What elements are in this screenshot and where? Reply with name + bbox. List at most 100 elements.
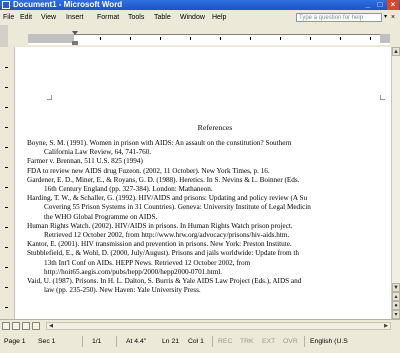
scroll-down-icon[interactable]: ▼ xyxy=(392,283,400,292)
reference-line: Stubblefield, E., & Wohl, D. (2000, July… xyxy=(27,249,299,258)
ruler-tick xyxy=(5,227,8,228)
ruler-left-margin xyxy=(28,34,74,43)
scroll-right-icon[interactable]: ▶ xyxy=(382,323,390,329)
reference-entry: Human Rights Watch. (2002). HIV/AIDS in … xyxy=(27,222,391,240)
references-heading: References xyxy=(197,123,233,132)
document-page[interactable]: References Boyne, S. M. (1991). Women in… xyxy=(15,47,391,319)
margin-corner-mark xyxy=(47,95,52,100)
help-question-box[interactable]: Type a question for help xyxy=(296,13,382,22)
status-column: Col 1 xyxy=(188,338,204,345)
status-language[interactable]: English (U.S xyxy=(310,337,348,347)
ruler-tick xyxy=(5,147,8,148)
reference-line: 13th Int'l Conf on AIDs. HEPP News. Retr… xyxy=(44,258,251,267)
menu-window[interactable]: Window xyxy=(180,10,205,25)
first-line-indent-marker[interactable] xyxy=(72,31,78,35)
horizontal-ruler[interactable] xyxy=(0,25,400,47)
horizontal-scrollbar[interactable]: ◀ ▶ xyxy=(46,322,391,330)
window-title: Document1 - Microsoft Word xyxy=(13,0,123,9)
ruler-tick xyxy=(5,67,8,68)
status-trk[interactable]: TRK xyxy=(240,337,254,347)
scroll-up-icon[interactable]: ▲ xyxy=(392,47,400,56)
ruler-tick xyxy=(280,37,281,40)
reference-line: California Law Review, 64, 741-760. xyxy=(44,148,152,157)
ruler-right-margin xyxy=(380,34,390,43)
reference-line: Retrieved 12 October 2002, from http://w… xyxy=(44,231,290,240)
reference-entry: Vaid, U. (1987). Prisons. In H. L. Dalto… xyxy=(27,277,391,295)
print-layout-view-icon[interactable] xyxy=(22,322,30,330)
status-separator xyxy=(304,336,305,347)
ruler-tick xyxy=(160,37,161,40)
reference-line: 16th Century England (pp. 327-384). Lond… xyxy=(44,185,213,194)
menu-tools[interactable]: Tools xyxy=(128,10,144,25)
status-ext[interactable]: EXT xyxy=(262,337,275,347)
word-window: Document1 - Microsoft Word _ □ × File Ed… xyxy=(0,0,400,353)
ruler-tick xyxy=(5,87,8,88)
status-section: Sec 1 xyxy=(38,338,56,345)
menu-file[interactable]: File xyxy=(3,10,14,25)
menu-format[interactable]: Format xyxy=(97,10,119,25)
ruler-tick xyxy=(190,37,191,40)
menu-edit[interactable]: Edit xyxy=(20,10,32,25)
reference-entry: Gardener, E. D., Miner, E., & Royans, G.… xyxy=(27,176,391,194)
word-app-icon[interactable] xyxy=(2,1,10,9)
close-document-icon[interactable]: × xyxy=(391,10,395,25)
reference-entry: Harding, T. W., & Schaller, G. (1992). H… xyxy=(27,194,391,222)
status-line: Ln 21 xyxy=(162,338,180,345)
tab-selector[interactable] xyxy=(0,25,8,47)
web-layout-view-icon[interactable] xyxy=(12,322,20,330)
previous-page-icon[interactable]: ▴ xyxy=(392,292,400,301)
outline-view-icon[interactable] xyxy=(32,322,40,330)
reference-entry: Boyne, S. M. (1991). Women in prison wit… xyxy=(27,139,391,157)
reference-line: the WHO Global Programme on AIDS. xyxy=(44,212,158,221)
dropdown-arrow-icon[interactable]: ▾ xyxy=(384,13,387,22)
ruler-tick xyxy=(130,37,131,40)
vertical-scrollbar[interactable]: ▲ ▼ ▴ ● ▾ xyxy=(391,47,400,319)
reference-line: Farmer v. Brennan, 511 U.S. 825 (1994) xyxy=(27,157,143,166)
ruler-tick xyxy=(220,37,221,40)
reference-entry: Farmer v. Brennan, 511 U.S. 825 (1994) xyxy=(27,157,391,166)
minimize-icon[interactable]: _ xyxy=(362,0,374,10)
maximize-icon[interactable]: □ xyxy=(374,0,386,10)
status-separator xyxy=(116,336,117,347)
ruler-tick xyxy=(370,37,371,40)
select-browse-object-icon[interactable]: ● xyxy=(392,301,400,310)
close-icon[interactable]: × xyxy=(387,0,399,10)
hanging-indent-marker[interactable] xyxy=(72,41,78,45)
status-page: Page 1 xyxy=(4,338,26,345)
margin-corner-mark xyxy=(380,95,385,100)
reference-line: Vaid, U. (1987). Prisons. In H. L. Dalto… xyxy=(27,277,302,286)
reference-entry: Stubblefield, E., & Wohl, D. (2000, July… xyxy=(27,249,391,277)
menu-view[interactable]: View xyxy=(41,10,56,25)
ruler-tick xyxy=(5,167,8,168)
status-at: At 4.4" xyxy=(126,338,147,345)
ruler-tick xyxy=(5,107,8,108)
ruler-tick xyxy=(5,127,8,128)
status-ovr[interactable]: OVR xyxy=(283,337,298,347)
title-bar: Document1 - Microsoft Word _ □ × xyxy=(0,0,400,10)
ruler-tick xyxy=(310,37,311,40)
normal-view-icon[interactable] xyxy=(2,322,10,330)
ruler-tick xyxy=(5,247,8,248)
reference-line: Kantor, E. (2001). HIV transmission and … xyxy=(27,240,292,249)
ruler-tick xyxy=(5,207,8,208)
reference-entry: Kantor, E. (2001). HIV transmission and … xyxy=(27,240,391,249)
reference-line: law (pp. 235-250). New Haven: Yale Unive… xyxy=(44,286,201,295)
vertical-ruler xyxy=(0,47,15,319)
ruler-tick xyxy=(5,287,8,288)
reference-list: Boyne, S. M. (1991). Women in prison wit… xyxy=(27,139,391,295)
status-rec[interactable]: REC xyxy=(218,337,232,347)
reference-entry: FDA to review new AIDS drug Fuzeon. (200… xyxy=(27,167,391,176)
ruler-tick xyxy=(250,37,251,40)
reference-line: Human Rights Watch. (2002). HIV/AIDS in … xyxy=(27,221,293,230)
reference-line: Boyne, S. M. (1991). Women in prison wit… xyxy=(27,139,292,147)
next-page-icon[interactable]: ▾ xyxy=(392,310,400,319)
status-separator xyxy=(82,336,83,347)
menu-insert[interactable]: Insert xyxy=(66,10,84,25)
menu-table[interactable]: Table xyxy=(154,10,171,25)
ruler-tick xyxy=(5,307,8,308)
status-separator xyxy=(212,336,213,347)
menu-help[interactable]: Help xyxy=(212,10,226,25)
reference-line: http://hoit65.aegis.com/pubs/hepp/2000/h… xyxy=(44,267,223,276)
scroll-left-icon[interactable]: ◀ xyxy=(47,323,55,329)
ruler-tick xyxy=(100,37,101,40)
